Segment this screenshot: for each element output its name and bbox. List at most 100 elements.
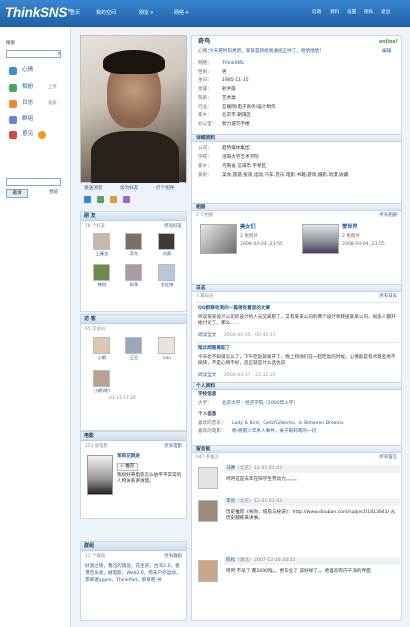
album-upload-link[interactable]: 上传 bbox=[48, 85, 57, 91]
sidebar-item-blog[interactable]: 日志 bbox=[22, 100, 33, 108]
basic-info-value[interactable]: ThinkSNS bbox=[222, 61, 244, 67]
search-icon[interactable]: ⌕ bbox=[55, 50, 63, 58]
logo-text: ThinkSNS bbox=[5, 5, 68, 20]
comment-date: 12-31 01:43 bbox=[254, 499, 283, 504]
album-icon bbox=[9, 84, 17, 92]
link-inbox[interactable]: 信箱 bbox=[312, 10, 321, 16]
detail-info-key: 公司： bbox=[198, 146, 212, 151]
album-meta: 2 张照片 bbox=[342, 234, 361, 239]
sidebar-item-feedback[interactable]: 意见 bbox=[22, 131, 33, 139]
visitor-name[interactable]: 小鹤 bbox=[90, 355, 114, 361]
movie-value[interactable]: 杨·德雷少年杀人事件，关于莉莉周的一切 bbox=[232, 429, 316, 435]
sidebar-item-mood[interactable]: 心情 bbox=[22, 67, 33, 75]
friend-name[interactable]: 刘燕 bbox=[155, 251, 179, 257]
guestbook-count: 647 条留言 bbox=[196, 455, 219, 460]
blog-title: 日志 bbox=[192, 284, 401, 292]
nav-friends-label: 朋友 bbox=[139, 10, 150, 16]
friend-name[interactable]: 金红梅 bbox=[155, 282, 179, 288]
profile-photo[interactable] bbox=[80, 35, 187, 183]
edu-value[interactable]: 北京大学 - 经济学院（2000年入学） bbox=[222, 401, 298, 407]
mail-icon[interactable] bbox=[123, 196, 130, 203]
logo[interactable]: ThinkSNSTM bbox=[5, 4, 73, 22]
avatar[interactable] bbox=[198, 560, 218, 582]
visitor-name[interactable]: 小鹤(转) bbox=[90, 388, 114, 394]
blog-post-title[interactable]: 暗兵网管离职了 bbox=[198, 346, 230, 352]
avatar[interactable] bbox=[158, 264, 175, 281]
mood-edit-link[interactable]: 编辑 bbox=[382, 49, 391, 55]
nav-my-space[interactable]: 我的空间 bbox=[96, 10, 116, 17]
send-message-link[interactable]: 发送消息 bbox=[84, 186, 102, 192]
message-icon[interactable] bbox=[84, 196, 91, 203]
comment-text: 呵呵这是去年在阳学生劳动力。。。。。 bbox=[226, 477, 300, 482]
comment-user[interactable]: 陈松 bbox=[226, 558, 235, 564]
main-content: 发送消息 加为好友 打个招呼 朋 友 18 个好友 所有好友 王春龙 奇鸟 刘燕… bbox=[71, 27, 410, 627]
friend-name[interactable]: 王春龙 bbox=[90, 251, 114, 257]
nav-network-label: 网络 bbox=[174, 10, 185, 16]
invite-input[interactable] bbox=[6, 178, 61, 186]
friend-name[interactable]: 韩倪 bbox=[90, 282, 114, 288]
profile-photo-panel: 发送消息 加为好友 打个招呼 bbox=[80, 35, 187, 215]
nav-home[interactable]: 首页 bbox=[70, 10, 80, 17]
link-settings[interactable]: 设置 bbox=[347, 10, 356, 16]
search-input[interactable] bbox=[6, 50, 61, 58]
visitor-name[interactable]: lulu bbox=[155, 355, 179, 361]
avatar[interactable] bbox=[198, 500, 218, 522]
groups-title: 群组 bbox=[81, 542, 186, 551]
movie-poster[interactable] bbox=[87, 455, 113, 495]
mood-icon bbox=[9, 67, 17, 75]
greet-link[interactable]: 打个招呼 bbox=[156, 186, 174, 192]
movie-name[interactable]: 茉莉花跳进 bbox=[117, 454, 140, 460]
avatar[interactable] bbox=[125, 264, 142, 281]
album-name[interactable]: 美女们 bbox=[240, 224, 256, 231]
avatar[interactable] bbox=[158, 233, 175, 250]
blog-post-link[interactable]: 发表 bbox=[48, 101, 57, 107]
all-groups-link[interactable]: 所有群组 bbox=[164, 554, 182, 560]
nav-network[interactable]: 网络 ▾ bbox=[174, 10, 188, 17]
recommend-button[interactable]: + 推荐 bbox=[117, 463, 138, 472]
group-list[interactable]: 好酒之境，鲁迅的旅途，花生买，台湾2.0，香港音乐会，碰电影，Web2.0，周末… bbox=[85, 563, 184, 584]
friend-name[interactable]: 奇鸟 bbox=[122, 251, 146, 257]
all-guestbook-link[interactable]: 所有留言 bbox=[379, 455, 397, 461]
all-albums-link[interactable]: 所有相册 bbox=[379, 213, 397, 219]
read-more-link[interactable]: 阅读全文 bbox=[198, 333, 216, 339]
music-value[interactable]: Lady & Bird，Getz/Gilberto，In Between Dre… bbox=[232, 421, 343, 427]
nav-friends[interactable]: 朋友 ▾ bbox=[139, 10, 153, 17]
avatar[interactable] bbox=[198, 467, 218, 489]
music-key: 喜欢的音乐： bbox=[198, 421, 226, 426]
all-movies-link[interactable]: 所有电影 bbox=[164, 444, 182, 450]
avatar[interactable] bbox=[125, 337, 142, 354]
gift-icon[interactable] bbox=[110, 196, 117, 203]
all-friends-link[interactable]: 所有好友 bbox=[164, 224, 182, 230]
basic-info-value: 艺术类 bbox=[222, 95, 236, 101]
add-friend-link[interactable]: 加为好友 bbox=[120, 186, 138, 192]
avatar[interactable] bbox=[158, 337, 175, 354]
friend-name[interactable]: 陈荣 bbox=[122, 282, 146, 288]
share-icon[interactable] bbox=[97, 196, 104, 203]
link-profile[interactable]: 资料 bbox=[330, 10, 339, 16]
avatar[interactable] bbox=[93, 370, 110, 387]
read-more-link[interactable]: 阅读全文 bbox=[198, 373, 216, 379]
preview-link[interactable]: 预览 bbox=[49, 190, 58, 196]
personal-info-title: 个人信息 bbox=[198, 412, 217, 417]
album-cover[interactable] bbox=[302, 224, 339, 254]
all-blogs-link[interactable]: 所有日志 bbox=[379, 294, 397, 300]
visitor-name[interactable]: 王豆 bbox=[122, 355, 146, 361]
blog-post-date: 2008-04-05 , 00:45:17 bbox=[224, 333, 276, 338]
sidebar-item-group[interactable]: 群组 bbox=[22, 116, 33, 124]
invite-button[interactable]: 邀请 bbox=[6, 189, 28, 198]
edu-key: 大学： bbox=[198, 401, 212, 406]
album-name[interactable]: 雪世界 bbox=[342, 224, 358, 231]
avatar[interactable] bbox=[125, 233, 142, 250]
link-logout[interactable]: 退出 bbox=[381, 10, 390, 16]
link-privacy[interactable]: 隐私 bbox=[364, 10, 373, 16]
chevron-down-icon: ▾ bbox=[150, 10, 154, 16]
avatar[interactable] bbox=[93, 233, 110, 250]
sidebar-item-album[interactable]: 相册 bbox=[22, 84, 33, 92]
comment-user[interactable]: 马赛 bbox=[226, 466, 235, 472]
album-cover[interactable] bbox=[200, 224, 237, 254]
blog-post-title[interactable]: QQ群聊收到的一篇很有意思的文章 bbox=[198, 306, 270, 312]
avatar[interactable] bbox=[93, 264, 110, 281]
comment-user[interactable]: 李亮 bbox=[226, 499, 235, 505]
avatar[interactable] bbox=[93, 337, 110, 354]
detail-info-value: 洛阳大学艺术学院 bbox=[222, 155, 259, 160]
